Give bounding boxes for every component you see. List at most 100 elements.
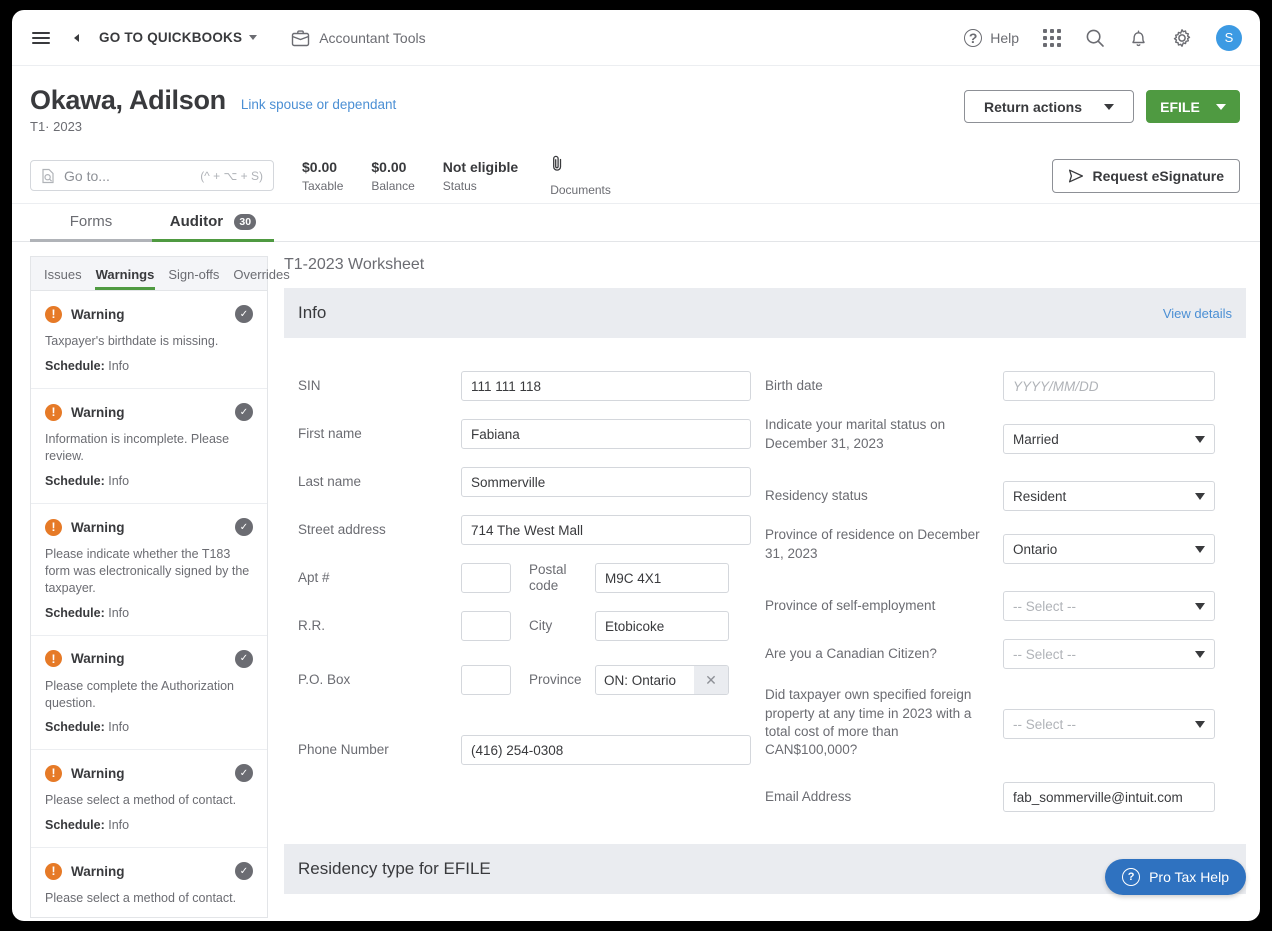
field-row-marital-status: Indicate your marital status on December…	[765, 410, 1232, 472]
header-actions: Return actions EFILE	[964, 86, 1240, 123]
goto-search-input[interactable]: Go to... (^ + ⌥ + S)	[30, 160, 274, 192]
apps-grid-icon[interactable]	[1043, 28, 1061, 47]
residency-status-select[interactable]: Resident	[1003, 481, 1215, 512]
menu-toggle-button[interactable]	[32, 29, 79, 47]
client-title-group: Okawa, Adilson Link spouse or dependant …	[30, 85, 396, 135]
balance-value: $0.00	[371, 158, 407, 175]
go-to-quickbooks-button[interactable]: GO TO QUICKBOOKS	[99, 30, 258, 45]
field-row-province-residence: Province of residence on December 31, 20…	[765, 520, 1232, 582]
tab-auditor-underline	[152, 239, 274, 243]
return-subtitle: T1· 2023	[30, 119, 83, 135]
pobox-input[interactable]	[461, 665, 511, 696]
warning-title: Warning	[71, 519, 125, 535]
warning-message: Taxpayer's birthdate is missing.	[45, 334, 219, 349]
list-item[interactable]: ! Warning ✓ Please complete the Authoriz…	[31, 636, 267, 751]
chevron-down-icon	[1104, 103, 1114, 110]
list-item[interactable]: ! Warning ✓ Please select a method of co…	[31, 848, 267, 917]
warning-title: Warning	[71, 404, 125, 420]
help-button[interactable]: ? Help	[964, 28, 1019, 47]
list-item[interactable]: ! Warning ✓ Please select a method of co…	[31, 750, 267, 849]
taxable-stat: $0.00 Taxable	[302, 159, 343, 194]
schedule-value: Info	[108, 359, 130, 374]
accountant-tools-label: Accountant Tools	[319, 29, 426, 46]
search-icon[interactable]	[1085, 28, 1105, 48]
tab-forms[interactable]: Forms	[30, 204, 152, 243]
sin-input[interactable]: 111 111 118	[461, 371, 751, 402]
foreign-property-label: Did taxpayer own specified foreign prope…	[765, 687, 972, 758]
efile-button[interactable]: EFILE	[1146, 90, 1240, 123]
chevron-down-icon	[1195, 720, 1205, 728]
accountant-tools-button[interactable]: Accountant Tools	[291, 29, 426, 47]
tab-auditor[interactable]: Auditor 30	[152, 204, 274, 243]
collapse-arrow-icon	[74, 33, 79, 42]
close-icon[interactable]: ✕	[694, 666, 728, 695]
warning-icon: !	[45, 862, 62, 880]
documents-button[interactable]: Documents	[550, 154, 611, 197]
province-chip[interactable]: ON: Ontario ✕	[595, 665, 729, 696]
province-self-employment-select[interactable]: -- Select --	[1003, 591, 1215, 622]
question-mark-icon: ?	[964, 28, 983, 47]
chevron-down-icon	[1195, 602, 1205, 610]
status-stat: Not eligible Status	[443, 159, 518, 194]
pro-tax-help-button[interactable]: ? Pro Tax Help	[1105, 859, 1246, 895]
residency-section-header: Residency type for EFILE	[284, 844, 1246, 895]
email-field[interactable]: fab_sommerville@intuit.com	[1003, 782, 1215, 813]
birth-date-input[interactable]: YYYY/MM/DD	[1003, 371, 1215, 402]
schedule-value: Info	[108, 474, 130, 488]
field-row-first-name: First name Fabiana	[298, 410, 765, 458]
warning-header: ! Warning ✓	[45, 764, 253, 783]
canadian-citizen-select[interactable]: -- Select --	[1003, 639, 1215, 670]
sub-tab-warnings[interactable]: Warnings	[89, 257, 162, 291]
list-item[interactable]: ! Warning ✓ Please indicate whether the …	[31, 504, 267, 636]
return-actions-button[interactable]: Return actions	[964, 90, 1134, 123]
view-details-link[interactable]: View details	[1163, 306, 1232, 321]
info-section-heading: Info	[298, 303, 327, 323]
province-residence-select[interactable]: Ontario	[1003, 534, 1215, 565]
form-left-column: SIN 111 111 118 First name Fabiana Last …	[298, 362, 765, 818]
foreign-property-select[interactable]: -- Select --	[1003, 709, 1215, 740]
chevron-down-icon	[1195, 650, 1205, 658]
warning-icon: !	[45, 305, 62, 323]
warning-message: Information is incomplete. Please review…	[45, 432, 230, 464]
signoff-check-icon[interactable]: ✓	[235, 649, 253, 668]
link-spouse-link[interactable]: Link spouse or dependant	[241, 97, 396, 112]
signoff-check-icon[interactable]: ✓	[235, 518, 253, 536]
sin-label: SIN	[298, 378, 321, 394]
first-name-input[interactable]: Fabiana	[461, 419, 751, 450]
postal-code-input[interactable]: M9C 4X1	[595, 563, 729, 594]
list-item[interactable]: ! Warning ✓ Information is incomplete. P…	[31, 389, 267, 504]
canadian-citizen-label: Are you a Canadian Citizen?	[765, 646, 937, 662]
user-avatar[interactable]: S	[1216, 24, 1242, 51]
page-title: Okawa, Adilson	[30, 85, 226, 115]
list-item[interactable]: ! Warning ✓ Taxpayer's birthdate is miss…	[31, 291, 267, 390]
request-esignature-button[interactable]: Request eSignature	[1051, 158, 1240, 193]
marital-status-value: Married	[1013, 431, 1059, 447]
sub-tab-sign-offs[interactable]: Sign-offs	[161, 257, 226, 290]
bell-icon[interactable]	[1129, 28, 1148, 48]
field-row-residency-status: Residency status Resident	[765, 472, 1232, 520]
return-actions-label: Return actions	[983, 98, 1082, 115]
schedule-value: Info	[108, 605, 130, 620]
signoff-check-icon[interactable]: ✓	[235, 403, 253, 422]
province-label: Province	[529, 671, 582, 687]
apt-input[interactable]	[461, 563, 511, 594]
city-input[interactable]: Etobicoke	[595, 611, 729, 642]
street-address-input[interactable]: 714 The West Mall	[461, 515, 751, 546]
sub-tab-issues[interactable]: Issues	[37, 257, 89, 290]
warning-header: ! Warning ✓	[45, 305, 253, 324]
schedule-value: Info	[108, 916, 129, 917]
signoff-check-icon[interactable]: ✓	[235, 862, 253, 881]
status-bar: Go to... (^ + ⌥ + S) $0.00 Taxable $0.00…	[12, 148, 1260, 205]
residency-efile-section: Residency type for EFILE Please indicate…	[284, 844, 1246, 909]
signoff-check-icon[interactable]: ✓	[235, 305, 253, 324]
marital-status-select[interactable]: Married	[1003, 424, 1215, 455]
sub-tab-overrides[interactable]: Overrides	[226, 257, 296, 290]
rr-input[interactable]	[461, 611, 511, 642]
phone-input[interactable]: (416) 254-0308	[461, 735, 751, 766]
warnings-list[interactable]: ! Warning ✓ Taxpayer's birthdate is miss…	[30, 290, 268, 919]
last-name-input[interactable]: Sommerville	[461, 467, 751, 498]
auditor-sub-tabs: Issues Warnings Sign-offs Overrides	[30, 256, 290, 291]
field-row-street: Street address 714 The West Mall	[298, 506, 765, 554]
gear-icon[interactable]	[1172, 28, 1192, 48]
signoff-check-icon[interactable]: ✓	[235, 764, 253, 783]
